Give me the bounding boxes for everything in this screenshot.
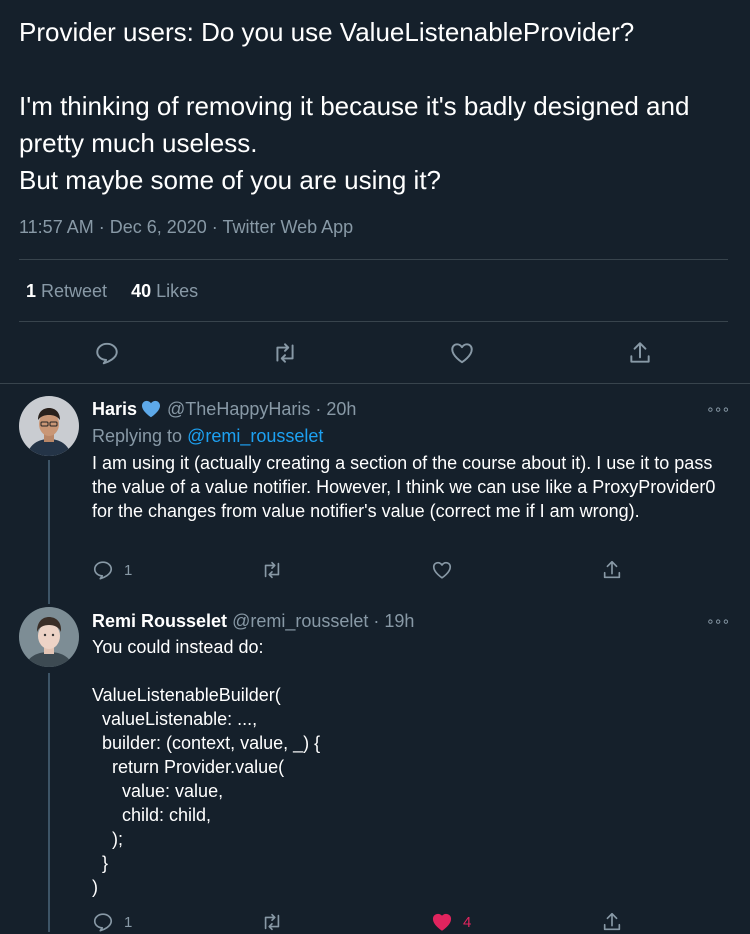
like-count: 4 [463,913,472,931]
retweet-button[interactable] [261,558,283,582]
like-button[interactable] [431,558,463,582]
timestamp[interactable]: · 20h [315,399,356,419]
reply-header: Remi Rousselet @remi_rousselet · 19h [92,611,414,632]
divider [19,259,728,260]
timestamp[interactable]: · 19h [373,611,414,631]
divider [19,321,728,322]
retweet-button[interactable] [261,910,283,934]
retweet-label: Retweet [41,281,108,301]
avatar[interactable] [19,607,79,667]
more-icon[interactable]: ∘∘∘ [706,401,730,418]
like-count: 40 [131,281,152,301]
replying-prefix: Replying to [92,426,188,446]
handle[interactable]: @TheHappyHaris [167,399,310,419]
share-icon [630,342,650,363]
reply-icon [93,561,113,580]
share-button[interactable] [601,910,623,934]
share-icon [603,912,621,931]
display-name[interactable]: Haris [92,399,137,419]
share-button[interactable] [601,558,623,582]
replying-to: Replying to @remi_rousselet [92,426,323,447]
retweet-icon [276,343,294,363]
reply-tweet[interactable]: Remi Rousselet @remi_rousselet · 19h ∘∘∘… [0,592,750,934]
tweet-meta[interactable]: 11:57 AM · Dec 6, 2020 · Twitter Web App [19,217,353,238]
display-name[interactable]: Remi Rousselet [92,611,227,631]
tweet-text: Provider users: Do you use ValueListenab… [19,17,690,195]
handle[interactable]: @remi_rousselet [232,611,368,631]
thread-line [48,673,50,932]
retweet-count: 1 [26,281,37,301]
replying-to-link[interactable]: @remi_rousselet [187,426,323,446]
like-label: Likes [156,281,199,301]
reply-button[interactable]: 1 [92,910,132,934]
reply-count: 1 [124,561,133,579]
share-icon [603,560,621,579]
like-button[interactable]: 4 [431,910,471,934]
retweets-stat[interactable]: 1 Retweet [26,281,107,302]
reply-header: Haris @TheHappyHaris · 20h [92,399,356,423]
reply-action-bar: 1 4 [0,910,750,934]
share-button[interactable] [625,338,655,368]
reply-button[interactable] [92,338,122,368]
likes-stat[interactable]: 40 Likes [131,281,198,302]
blue-heart-icon [141,400,161,423]
reply-text: I am using it (actually creating a secti… [92,453,721,521]
reply-button[interactable]: 1 [92,558,132,582]
like-icon [432,913,452,931]
like-icon [451,343,473,364]
reply-tweet[interactable]: Haris @TheHappyHaris · 20h ∘∘∘ Replying t… [0,384,750,596]
like-button[interactable] [447,338,477,368]
avatar[interactable] [19,396,79,456]
reply-action-bar: 1 [0,558,750,582]
reply-count: 1 [124,913,133,931]
more-icon[interactable]: ∘∘∘ [706,613,730,630]
thread-line [48,592,50,604]
reply-icon [96,342,118,365]
like-icon [432,561,452,579]
reply-text: You could instead do: ValueListenableBui… [92,637,321,897]
retweet-icon [264,913,280,931]
tweet-stats: 1 Retweet 40 Likes [26,281,198,302]
retweet-button[interactable] [270,338,300,368]
retweet-icon [264,561,280,579]
tweet-action-bar [0,338,750,368]
reply-icon [93,913,113,932]
